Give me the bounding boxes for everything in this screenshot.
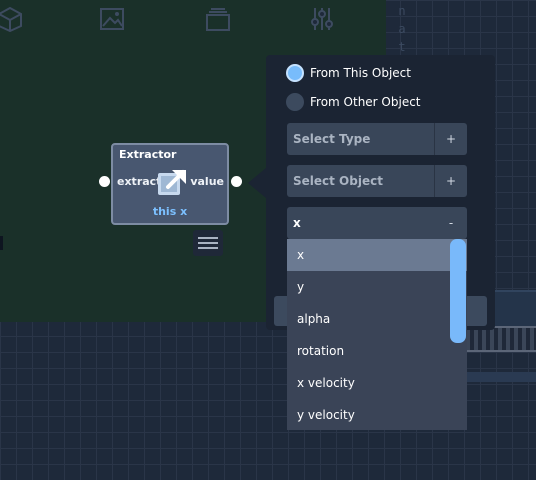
toolbar-settings[interactable] [292, 6, 352, 40]
dropdown-option-y-velocity[interactable]: y velocity [287, 399, 467, 430]
add-object-button[interactable]: + [434, 165, 467, 197]
node-input-label: extract [117, 175, 162, 188]
layers-icon [206, 8, 230, 31]
radio-from-this-object[interactable]: From This Object [286, 64, 411, 82]
select-type-field[interactable]: Select Type + [287, 123, 467, 155]
output-port[interactable] [231, 176, 242, 187]
radio-unselected-icon[interactable] [286, 93, 304, 111]
cube-icon [0, 6, 22, 32]
image-icon [100, 8, 124, 30]
rail-track-lower [466, 372, 536, 382]
radio-label: From Other Object [310, 95, 421, 109]
select-object-placeholder: Select Object [293, 174, 383, 188]
dropdown-option-rotation[interactable]: rotation [287, 335, 467, 367]
dropdown-option-x[interactable]: x [287, 239, 467, 271]
select-type-placeholder: Select Type [293, 132, 371, 146]
value-select[interactable]: x - [287, 207, 467, 239]
toolbar-game-levels[interactable] [82, 6, 142, 40]
external-link-icon [158, 170, 186, 195]
collapse-button[interactable]: - [435, 207, 467, 239]
radio-selected-icon[interactable] [286, 64, 304, 82]
sliders-icon [311, 8, 333, 30]
drag-handle[interactable] [193, 230, 223, 256]
dropdown-option-x-velocity[interactable]: x velocity [287, 367, 467, 399]
node-title: Extractor [119, 148, 177, 161]
value-dropdown-list[interactable]: x y alpha rotation x velocity y velocity [287, 239, 467, 430]
radio-from-other-object[interactable]: From Other Object [286, 93, 421, 111]
node-subtitle: this x [152, 205, 188, 218]
add-type-button[interactable]: + [434, 123, 467, 155]
toolbar-objects[interactable] [0, 6, 40, 40]
left-notch [0, 236, 3, 250]
toolbar-layers[interactable] [188, 6, 248, 40]
dropdown-option-y[interactable]: y [287, 271, 467, 303]
dropdown-scrollbar[interactable] [450, 239, 466, 343]
dropdown-option-alpha[interactable]: alpha [287, 303, 467, 335]
select-object-field[interactable]: Select Object + [287, 165, 467, 197]
radio-label: From This Object [310, 66, 411, 80]
input-port[interactable] [99, 176, 110, 187]
extractor-node[interactable]: Extractor extract value this x [111, 143, 229, 225]
popover-arrow [248, 168, 266, 198]
value-select-current: x [293, 216, 301, 230]
node-output-label: value [190, 175, 224, 188]
